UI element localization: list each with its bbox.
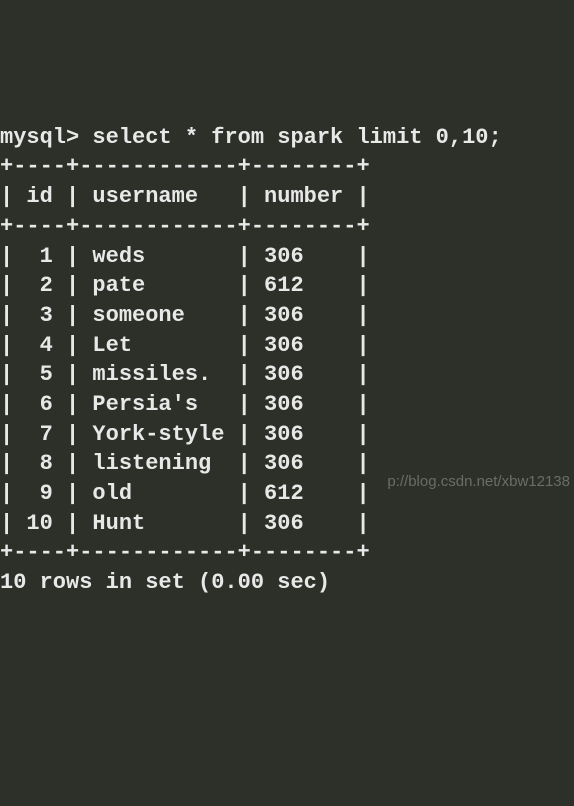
table-row: | 10 | Hunt | 306 |: [0, 511, 370, 536]
table-header: | id | username | number |: [0, 184, 370, 209]
table-row: | 7 | York-style | 306 |: [0, 422, 370, 447]
result-summary: 10 rows in set (0.00 sec): [0, 570, 330, 595]
table-row: | 4 | Let | 306 |: [0, 333, 370, 358]
table-border-bot: +----+------------+--------+: [0, 540, 370, 565]
table-row: | 3 | someone | 306 |: [0, 303, 370, 328]
table-border-mid: +----+------------+--------+: [0, 214, 370, 239]
table-row: | 8 | listening | 306 |: [0, 451, 370, 476]
sql-query: select * from spark limit 0,10;: [92, 125, 501, 150]
mysql-terminal: mysql> select * from spark limit 0,10; +…: [0, 119, 574, 598]
table-border-top: +----+------------+--------+: [0, 154, 370, 179]
table-row: | 5 | missiles. | 306 |: [0, 362, 370, 387]
table-row: | 1 | weds | 306 |: [0, 244, 370, 269]
mysql-prompt: mysql>: [0, 125, 92, 150]
table-row: | 6 | Persia's | 306 |: [0, 392, 370, 417]
table-row: | 9 | old | 612 |: [0, 481, 370, 506]
watermark-text: p://blog.csdn.net/xbw12138: [387, 472, 570, 492]
table-row: | 2 | pate | 612 |: [0, 273, 370, 298]
